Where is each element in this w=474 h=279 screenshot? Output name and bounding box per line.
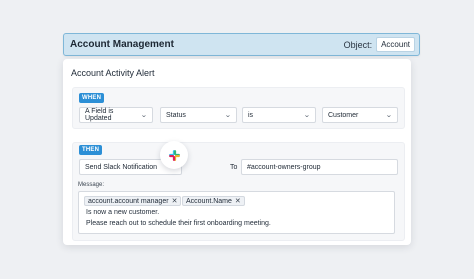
action-value: Send Slack Notification <box>85 163 157 171</box>
slack-icon <box>168 149 180 161</box>
message-line: Please reach out to schedule their first… <box>86 220 271 227</box>
chevron-down-icon: ⌄ <box>385 112 393 119</box>
channel-value: #account-owners-group <box>247 163 321 171</box>
page-title: Account Management <box>70 39 174 50</box>
trigger-dropdown[interactable]: A Field is Updated ⌄ <box>79 107 153 123</box>
chevron-down-icon: ⌄ <box>224 112 232 119</box>
operator-value: is <box>248 111 254 119</box>
trigger-value: A Field is Updated <box>85 108 114 122</box>
value-value: Customer <box>328 111 359 119</box>
slack-logo <box>160 141 188 169</box>
then-tag: THEN <box>79 145 103 155</box>
when-section: WHEN A Field is Updated ⌄ Status ⌄ is ⌄ … <box>72 87 405 129</box>
message-label: Message: <box>78 182 105 188</box>
object-selector: Object: Account <box>344 37 415 52</box>
alert-title: Account Activity Alert <box>71 68 155 78</box>
account-management-header: Account Management Object: Account <box>63 33 420 56</box>
chevron-down-icon: ⌄ <box>303 112 311 119</box>
to-label: To <box>230 164 238 171</box>
close-icon[interactable]: ✕ <box>172 197 178 205</box>
when-tag: WHEN <box>79 93 105 103</box>
operator-dropdown[interactable]: is ⌄ <box>242 107 316 123</box>
close-icon[interactable]: ✕ <box>235 197 241 205</box>
chip-label: account.account manager <box>88 197 169 205</box>
channel-input[interactable]: #account-owners-group <box>241 159 398 175</box>
message-line: Is now a new customer. <box>86 209 160 216</box>
value-dropdown[interactable]: Customer ⌄ <box>322 107 398 123</box>
object-select[interactable]: Account <box>376 37 415 52</box>
object-label: Object: <box>343 39 373 50</box>
message-textarea[interactable]: account.account manager ✕ Account.Name ✕… <box>78 191 395 234</box>
message-chip-account-name[interactable]: Account.Name ✕ <box>182 196 245 206</box>
then-section: THEN Send Slack Notification To #account… <box>72 142 405 241</box>
message-chip-account-manager[interactable]: account.account manager ✕ <box>84 196 182 206</box>
field-value: Status <box>166 111 186 119</box>
alert-card: Account Activity Alert WHEN A Field is U… <box>63 59 411 245</box>
chip-label: Account.Name <box>186 197 232 205</box>
field-dropdown[interactable]: Status ⌄ <box>160 107 237 123</box>
chevron-down-icon: ⌄ <box>140 112 148 119</box>
